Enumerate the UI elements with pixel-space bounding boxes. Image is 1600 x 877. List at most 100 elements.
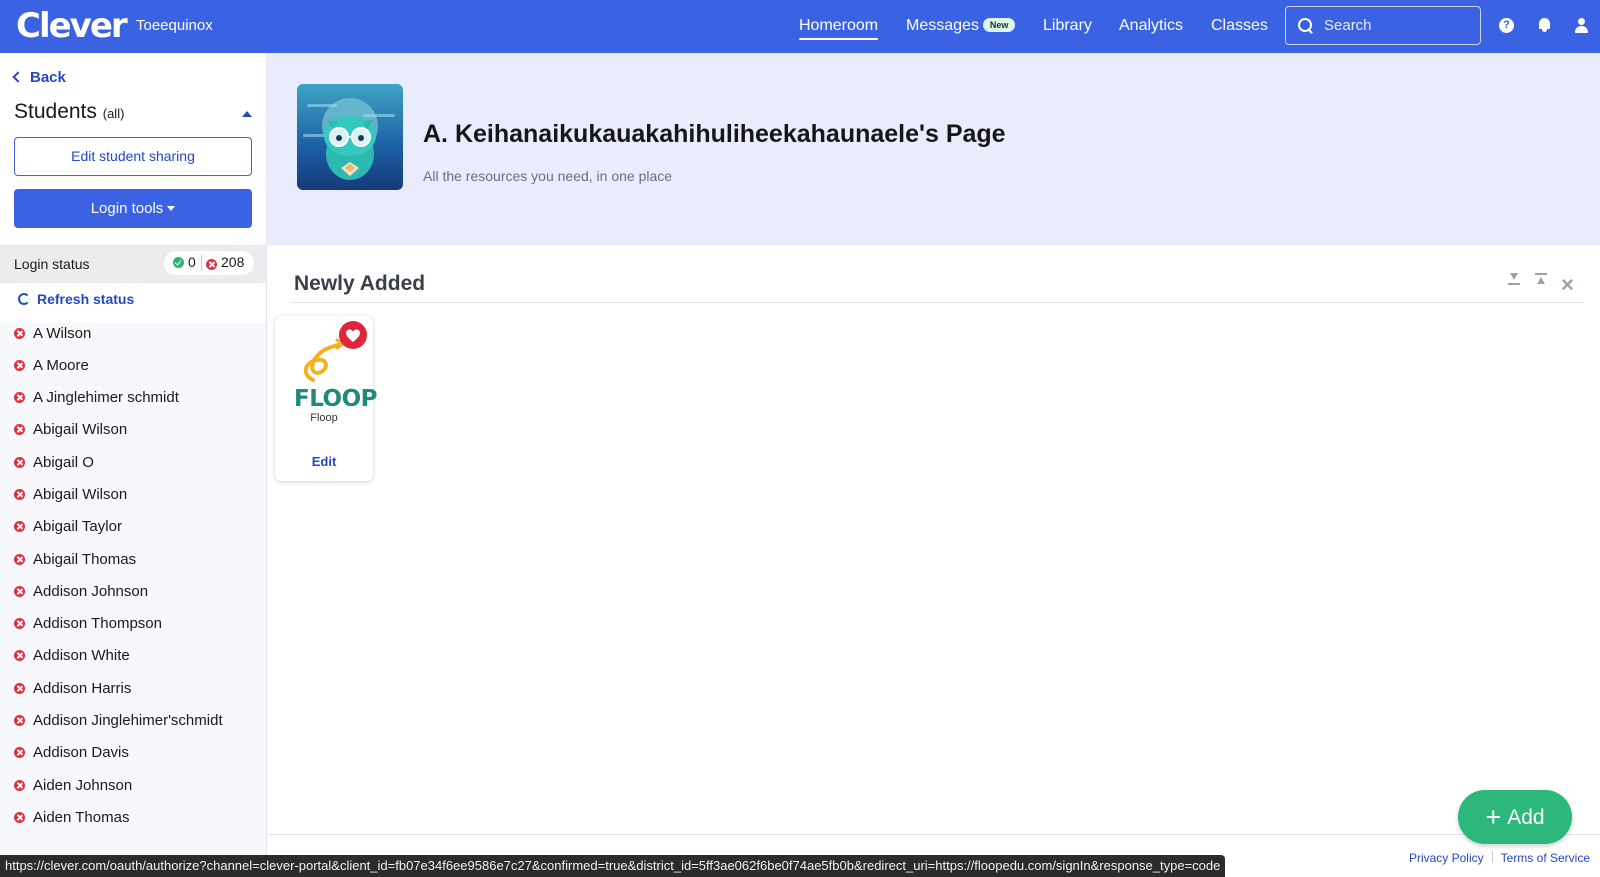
x-circle-icon xyxy=(14,618,25,629)
heart-icon[interactable] xyxy=(339,321,367,349)
check-circle-icon xyxy=(173,257,184,268)
student-row[interactable]: A Moore xyxy=(14,357,89,374)
district-name: Toeequinox xyxy=(136,17,213,34)
student-row[interactable]: Addison Jinglehimer'schmidt xyxy=(14,712,223,729)
student-name: Abigail Wilson xyxy=(33,486,128,503)
student-name: Addison Jinglehimer'schmidt xyxy=(33,712,223,729)
logged-in-count: 0 xyxy=(188,254,196,270)
back-label: Back xyxy=(30,69,66,86)
x-circle-icon xyxy=(14,780,25,791)
x-circle-icon xyxy=(14,715,25,726)
add-label: Add xyxy=(1507,806,1545,829)
x-circle-icon xyxy=(14,747,25,758)
student-row[interactable]: A Wilson xyxy=(14,325,91,342)
move-down-icon[interactable] xyxy=(1507,273,1521,289)
page-title: A. Keihanaikukauakahihuliheekahaunaele's… xyxy=(423,120,1006,148)
login-tools-button[interactable]: Login tools xyxy=(14,189,252,228)
nav-classes[interactable]: Classes xyxy=(1211,17,1268,35)
login-status-bar: Login status 0 208 xyxy=(0,245,266,283)
student-name: Addison Davis xyxy=(33,744,129,761)
x-circle-icon xyxy=(14,554,25,565)
student-row[interactable]: Aiden Johnson xyxy=(14,777,132,794)
add-button[interactable]: + Add xyxy=(1458,790,1572,844)
plus-icon: + xyxy=(1485,802,1502,832)
x-circle-icon xyxy=(14,457,25,468)
student-row[interactable]: Abigail Wilson xyxy=(14,421,127,438)
collapse-caret-icon[interactable] xyxy=(242,111,252,117)
student-row[interactable]: A Jinglehimer schmidt xyxy=(14,389,179,406)
app-edit-link[interactable]: Edit xyxy=(275,454,373,469)
login-status-counts: 0 208 xyxy=(164,251,254,275)
move-up-icon[interactable] xyxy=(1534,273,1548,289)
clever-logo[interactable]: Clever xyxy=(16,6,128,46)
student-row[interactable]: Abigail Taylor xyxy=(14,518,122,535)
search-placeholder: Search xyxy=(1324,17,1372,34)
nav-library[interactable]: Library xyxy=(1043,17,1092,35)
login-status-label: Login status xyxy=(14,256,90,272)
chevron-left-icon xyxy=(12,71,24,83)
student-row[interactable]: Abigail Thomas xyxy=(14,551,136,568)
x-circle-icon xyxy=(14,392,25,403)
students-title: Students xyxy=(14,100,97,123)
login-tools-label: Login tools xyxy=(90,200,164,217)
x-circle-icon xyxy=(206,259,217,270)
caret-down-icon xyxy=(167,206,176,211)
student-name: Addison White xyxy=(33,647,130,664)
student-name: Abigail Thomas xyxy=(33,551,137,568)
x-circle-icon xyxy=(14,683,25,694)
search-icon xyxy=(1298,17,1314,34)
search-input[interactable]: Search xyxy=(1285,6,1481,45)
student-row[interactable]: Addison Davis xyxy=(14,744,129,761)
divider xyxy=(201,255,202,271)
owl-icon xyxy=(303,98,395,180)
privacy-policy-link[interactable]: Privacy Policy xyxy=(1409,851,1484,865)
student-name: Abigail Taylor xyxy=(33,518,122,535)
students-heading: Students (all) xyxy=(14,100,124,124)
student-name: Addison Harris xyxy=(33,680,132,697)
nav-messages-label: Messages xyxy=(906,17,979,34)
nav-messages[interactable]: Messages New xyxy=(906,17,1016,35)
student-name: Abigail O xyxy=(33,454,94,471)
help-icon[interactable]: ? xyxy=(1499,18,1514,33)
x-circle-icon xyxy=(14,328,25,339)
student-row[interactable]: Addison Thompson xyxy=(14,615,162,632)
app-card-floop[interactable]: FLOOP Floop Edit xyxy=(275,316,378,481)
floop-wordmark: FLOOP xyxy=(294,386,378,412)
student-name: Aiden Thomas xyxy=(33,809,130,826)
refresh-label: Refresh status xyxy=(37,291,135,307)
nav-analytics[interactable]: Analytics xyxy=(1119,17,1183,35)
x-circle-icon xyxy=(14,586,25,597)
refresh-status-link[interactable]: Refresh status xyxy=(18,291,134,307)
x-circle-icon xyxy=(14,521,25,532)
students-filter: (all) xyxy=(102,106,125,121)
edit-student-sharing-button[interactable]: Edit student sharing xyxy=(14,137,252,176)
student-name: Aiden Johnson xyxy=(33,777,133,794)
terms-link[interactable]: Terms of Service xyxy=(1501,851,1590,865)
student-row[interactable]: Addison Johnson xyxy=(14,583,148,600)
user-icon[interactable] xyxy=(1574,17,1590,33)
page-subtitle: All the resources you need, in one place xyxy=(423,168,673,184)
footer-links: Privacy Policy Terms of Service xyxy=(1409,851,1590,865)
app-name: Floop xyxy=(310,412,338,424)
student-row[interactable]: Abigail O xyxy=(14,454,94,471)
heart-glyph xyxy=(346,329,360,342)
link-preview-url: https://clever.com/oauth/authorize?chann… xyxy=(0,855,1226,877)
divider xyxy=(1491,851,1493,863)
page-header: A. Keihanaikukauakahihuliheekahaunaele's… xyxy=(267,53,1600,245)
nav-homeroom[interactable]: Homeroom xyxy=(799,17,879,40)
student-row[interactable]: Addison Harris xyxy=(14,680,131,697)
student-name: Abigail Wilson xyxy=(33,421,128,438)
student-row[interactable]: Aiden Thomas xyxy=(14,809,129,826)
not-logged-in-count: 208 xyxy=(221,254,245,270)
student-row[interactable]: Abigail Wilson xyxy=(14,486,127,503)
bell-icon[interactable] xyxy=(1537,17,1553,33)
close-icon[interactable]: × xyxy=(1561,274,1575,296)
section-title: Newly Added xyxy=(294,272,426,295)
top-nav: Clever Toeequinox Homeroom Messages New L… xyxy=(0,0,1600,53)
student-name: A Wilson xyxy=(33,325,92,342)
back-link[interactable]: Back xyxy=(12,69,66,86)
refresh-icon xyxy=(18,293,30,305)
owl-avatar xyxy=(297,84,403,190)
x-circle-icon xyxy=(14,812,25,823)
student-row[interactable]: Addison White xyxy=(14,647,130,664)
